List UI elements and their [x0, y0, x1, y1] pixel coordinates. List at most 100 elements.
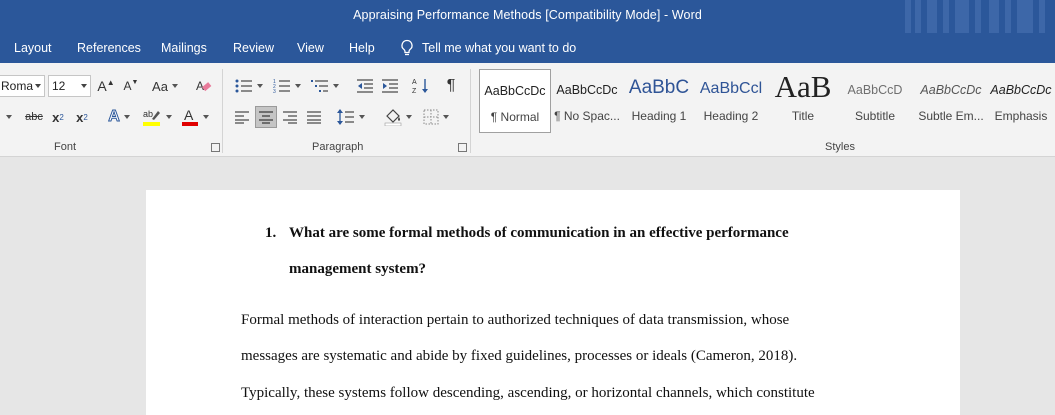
justify-icon [307, 111, 321, 124]
sort-button[interactable]: AZ [410, 75, 432, 97]
align-center-icon [259, 111, 273, 124]
tab-mailings[interactable]: Mailings [161, 41, 207, 55]
style-heading-1-name: Heading 1 [631, 109, 687, 123]
paint-bucket-icon [384, 109, 402, 126]
tab-help[interactable]: Help [349, 41, 375, 55]
style-heading-2-preview: AaBbCcl [699, 80, 763, 97]
font-group-label: Font [54, 141, 77, 153]
grow-font-label: A [97, 78, 107, 94]
font-color-button[interactable]: A [178, 106, 212, 128]
paragraph-group-label: Paragraph [312, 141, 364, 153]
line-spacing-icon [337, 109, 354, 125]
style-normal-name: ¶ Normal [490, 110, 540, 124]
align-right-button[interactable] [279, 106, 301, 128]
borders-icon [423, 109, 439, 125]
svg-text:A: A [196, 79, 204, 93]
decrease-indent-button[interactable] [354, 75, 376, 97]
increase-indent-button[interactable] [379, 75, 401, 97]
style-heading-2[interactable]: AaBbCcl Heading 2 [695, 69, 767, 133]
tab-review[interactable]: Review [233, 41, 274, 55]
style-subtle-emphasis-name: Subtle Em... [918, 109, 984, 123]
style-emphasis-preview: AaBbCcDc [990, 83, 1052, 97]
tell-me-box[interactable]: Tell me what you want to do [400, 39, 576, 57]
title-bar: Appraising Performance Methods [Compatib… [0, 0, 1055, 33]
paragraph-line: messages are systematic and abide by fix… [241, 348, 798, 364]
shrink-font-button[interactable]: A ▼ [121, 75, 141, 97]
change-case-button[interactable]: Aa [149, 75, 181, 97]
decrease-indent-icon [357, 79, 373, 93]
show-hide-marks-button[interactable]: ¶ [440, 75, 462, 97]
subscript-label: x [52, 109, 60, 125]
style-no-spacing-name: ¶ No Spac... [554, 109, 620, 123]
style-title-preview: AaB [774, 69, 832, 104]
question-line: What are some formal methods of communic… [289, 225, 789, 241]
styles-gallery: AaBbCcDc ¶ Normal AaBbCcDc ¶ No Spac... … [479, 69, 1055, 133]
style-subtle-emphasis[interactable]: AaBbCcDc Subtle Em... [911, 69, 991, 133]
question-line: management system? [289, 261, 427, 277]
bullets-button[interactable] [233, 75, 265, 97]
align-center-button[interactable] [255, 106, 277, 128]
eraser-icon: A [196, 79, 212, 93]
strikethrough-button[interactable]: abc [22, 106, 46, 128]
tab-references[interactable]: References [77, 41, 141, 55]
style-emphasis[interactable]: AaBbCcDc Emphasis [985, 69, 1055, 133]
document-page[interactable] [146, 190, 960, 415]
line-spacing-button[interactable] [334, 106, 368, 128]
style-normal-preview: AaBbCcDc [484, 84, 546, 98]
borders-button[interactable] [419, 106, 453, 128]
shading-button[interactable] [381, 106, 415, 128]
style-normal[interactable]: AaBbCcDc ¶ Normal [479, 69, 551, 133]
highlighter-icon: ab [143, 109, 160, 126]
paragraph-dialog-launcher[interactable] [458, 143, 467, 152]
clear-formatting-button[interactable]: A [193, 75, 215, 97]
style-no-spacing[interactable]: AaBbCcDc ¶ No Spac... [551, 69, 623, 133]
tab-view[interactable]: View [297, 41, 324, 55]
font-dialog-launcher[interactable] [211, 143, 220, 152]
title-bar-decoration [905, 0, 1045, 33]
style-subtitle[interactable]: AaBbCcD Subtitle [839, 69, 911, 133]
ribbon: Roma 12 A ▲ A ▼ Aa A abc x2 x2 A ab A Fo… [0, 63, 1055, 157]
style-emphasis-name: Emphasis [994, 109, 1048, 123]
align-right-icon [283, 111, 297, 124]
question-number: 1. [265, 225, 277, 241]
font-options-dropdown[interactable] [2, 106, 16, 128]
pilcrow-icon: ¶ [446, 77, 456, 94]
svg-text:3: 3 [273, 89, 276, 94]
style-heading-2-name: Heading 2 [703, 109, 759, 123]
svg-text:Z: Z [412, 88, 417, 95]
style-heading-1[interactable]: AaBbC Heading 1 [623, 69, 695, 133]
svg-text:A: A [412, 79, 417, 86]
paragraph-line: Typically, these systems follow descendi… [241, 385, 815, 401]
lightbulb-icon [401, 39, 413, 56]
ribbon-tabs: Layout References Mailings Review View H… [0, 33, 1055, 63]
subscript-button[interactable]: x2 [48, 106, 68, 128]
shrink-font-label: A [123, 79, 132, 93]
group-separator [470, 69, 471, 153]
group-separator [222, 69, 223, 153]
style-no-spacing-preview: AaBbCcDc [556, 83, 618, 97]
font-name-value: Roma [1, 79, 34, 93]
text-effects-label: A [108, 108, 121, 126]
change-case-label: Aa [152, 78, 168, 94]
styles-group-label: Styles [825, 141, 855, 153]
strikethrough-label: abc [25, 111, 43, 123]
style-title-name: Title [791, 109, 815, 123]
svg-text:ab: ab [143, 109, 153, 119]
grow-font-button[interactable]: A ▲ [96, 75, 116, 97]
sort-az-icon: AZ [412, 79, 428, 95]
style-title[interactable]: AaB Title [767, 69, 839, 133]
multilevel-list-icon [311, 80, 328, 92]
multilevel-list-button[interactable] [309, 75, 341, 97]
text-effects-button[interactable]: A [104, 106, 134, 128]
superscript-button[interactable]: x2 [72, 106, 92, 128]
font-size-select[interactable]: 12 [48, 75, 91, 97]
paragraph-line: Formal methods of interaction pertain to… [241, 312, 790, 328]
justify-button[interactable] [303, 106, 325, 128]
align-left-button[interactable] [231, 106, 253, 128]
tab-layout[interactable]: Layout [14, 41, 52, 55]
font-name-select[interactable]: Roma [0, 75, 45, 97]
numbering-button[interactable]: 123 [271, 75, 303, 97]
numbered-list-icon: 123 [273, 79, 290, 94]
highlight-color-button[interactable]: ab [140, 106, 174, 128]
superscript-label: x [76, 109, 84, 125]
